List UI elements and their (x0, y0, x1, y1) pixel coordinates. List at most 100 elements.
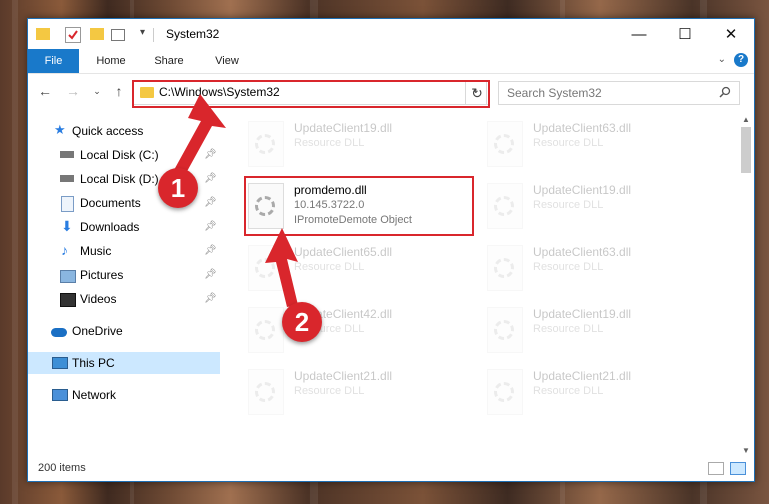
sidebar-item-this-pc[interactable]: This PC (28, 352, 220, 374)
vertical-scrollbar[interactable]: ▲ ▼ (738, 115, 754, 455)
list-item[interactable]: UpdateClient63.dll Resource DLL (487, 117, 707, 173)
back-button[interactable]: ← (36, 82, 54, 100)
forward-button[interactable]: → (64, 82, 82, 100)
star-icon: ★ (54, 122, 66, 137)
sidebar-item-local-disk-c[interactable]: Local Disk (C:) 📌︎ (28, 144, 220, 166)
list-item[interactable]: UpdateClient19.dll Resource DLL (487, 179, 707, 235)
pictures-icon (60, 270, 76, 283)
drive-icon (60, 175, 74, 182)
pin-icon[interactable]: 📌︎ (204, 245, 217, 256)
tab-view[interactable]: View (204, 49, 250, 73)
dll-file-icon (248, 369, 284, 415)
dll-file-icon (487, 183, 523, 229)
list-item[interactable]: UpdateClient21.dll Resource DLL (248, 365, 468, 421)
dll-file-icon (487, 307, 523, 353)
file-name: UpdateClient21.dll (294, 369, 393, 383)
sidebar-item-onedrive[interactable]: OneDrive (28, 320, 220, 342)
sidebar-item-network[interactable]: Network (28, 384, 220, 406)
close-button[interactable]: ✕ (708, 19, 754, 49)
sidebar-item-videos[interactable]: Videos 📌︎ (28, 288, 220, 310)
new-folder-icon[interactable] (90, 28, 104, 40)
music-icon: ♪ (61, 242, 68, 258)
details-view-icon[interactable] (708, 462, 724, 475)
sidebar-item-quick-access[interactable]: ★ Quick access (28, 120, 220, 142)
list-item[interactable]: UpdateClient65.dll Resource DLL (248, 241, 468, 297)
properties-icon[interactable] (65, 27, 81, 43)
cloud-icon (51, 328, 67, 337)
sidebar-item-label: This PC (72, 356, 115, 370)
recent-locations-button[interactable]: ⌄ (88, 82, 106, 100)
pin-icon[interactable]: 📌︎ (204, 197, 217, 208)
file-type: Resource DLL (533, 385, 604, 397)
drive-icon (60, 151, 74, 158)
sidebar-item-label: Pictures (80, 268, 124, 282)
title-divider (153, 28, 154, 42)
downloads-icon: ⬇ (61, 218, 73, 234)
dll-file-icon (248, 307, 284, 353)
sidebar-item-label: Videos (80, 292, 117, 306)
videos-icon (60, 293, 76, 307)
help-icon[interactable]: ? (734, 53, 748, 67)
ribbon-tabs: File Home Share View ⌄ ? (28, 49, 754, 74)
file-name: UpdateClient21.dll (533, 369, 632, 383)
sidebar-item-pictures[interactable]: Pictures 📌︎ (28, 264, 220, 286)
step-badge-1: 1 (158, 168, 198, 208)
sidebar-item-label: Music (80, 244, 112, 258)
scrollbar-thumb[interactable] (741, 127, 751, 173)
status-bar: 200 items (28, 457, 754, 481)
navigation-pane: ★ Quick access Local Disk (C:) 📌︎ Local … (28, 115, 220, 455)
search-input[interactable]: Search System32 (498, 81, 740, 105)
scroll-up-icon[interactable]: ▲ (742, 115, 750, 124)
tab-file[interactable]: File (28, 49, 79, 73)
dll-file-icon (248, 245, 284, 291)
file-highlight-box (244, 176, 474, 236)
list-item[interactable]: UpdateClient21.dll Resource DLL (487, 365, 707, 421)
file-type: Resource DLL (294, 261, 365, 273)
pin-icon[interactable]: 📌︎ (204, 173, 217, 184)
customize-toolbar-icon[interactable] (111, 29, 125, 41)
pin-icon[interactable]: 📌︎ (204, 149, 217, 160)
sidebar-item-label: Quick access (72, 124, 144, 138)
file-type: Resource DLL (294, 137, 365, 149)
pin-icon[interactable]: 📌︎ (204, 269, 217, 280)
sidebar-item-label: Local Disk (D:) (80, 172, 159, 186)
scroll-down-icon[interactable]: ▼ (742, 446, 750, 455)
list-item[interactable]: UpdateClient42.dll Resource DLL (248, 303, 468, 359)
expand-ribbon-icon[interactable]: ⌄ (718, 54, 726, 65)
folder-icon (36, 28, 50, 40)
sidebar-item-label: Local Disk (C:) (80, 148, 159, 162)
dll-file-icon (487, 121, 523, 167)
tab-share[interactable]: Share (146, 49, 192, 73)
dll-file-icon (248, 121, 284, 167)
maximize-button[interactable]: ☐ (662, 19, 708, 49)
dll-file-icon (487, 245, 523, 291)
file-name: UpdateClient65.dll (294, 245, 393, 259)
sidebar-item-label: Documents (80, 196, 141, 210)
pin-icon[interactable]: 📌︎ (204, 221, 217, 232)
window-title: System32 (166, 27, 220, 41)
explorer-window: ▾ System32 — ☐ ✕ File Home Share View ⌄ … (27, 18, 755, 482)
title-bar: ▾ System32 — ☐ ✕ (28, 19, 754, 49)
step-badge-2: 2 (282, 302, 322, 342)
chevron-down-icon[interactable]: ▾ (140, 27, 145, 38)
file-type: Resource DLL (533, 261, 604, 273)
list-item[interactable]: UpdateClient63.dll Resource DLL (487, 241, 707, 297)
sidebar-item-music[interactable]: ♪ Music 📌︎ (28, 240, 220, 262)
file-list: UpdateClient19.dll Resource DLL promdemo… (222, 115, 737, 455)
file-name: UpdateClient63.dll (533, 245, 632, 259)
minimize-button[interactable]: — (616, 19, 662, 49)
tab-home[interactable]: Home (88, 49, 134, 73)
network-icon (52, 389, 68, 401)
file-type: Resource DLL (533, 137, 604, 149)
pin-icon[interactable]: 📌︎ (204, 293, 217, 304)
sidebar-item-label: Downloads (80, 220, 140, 234)
address-highlight-box (132, 80, 490, 108)
large-icons-view-icon[interactable] (730, 462, 746, 475)
file-name: UpdateClient63.dll (533, 121, 632, 135)
up-button[interactable]: ↑ (110, 82, 128, 100)
list-item[interactable]: UpdateClient19.dll Resource DLL (248, 117, 468, 173)
sidebar-item-label: OneDrive (72, 324, 123, 338)
search-icon[interactable] (719, 86, 731, 98)
list-item[interactable]: UpdateClient19.dll Resource DLL (487, 303, 707, 359)
sidebar-item-downloads[interactable]: ⬇ Downloads 📌︎ (28, 216, 220, 238)
